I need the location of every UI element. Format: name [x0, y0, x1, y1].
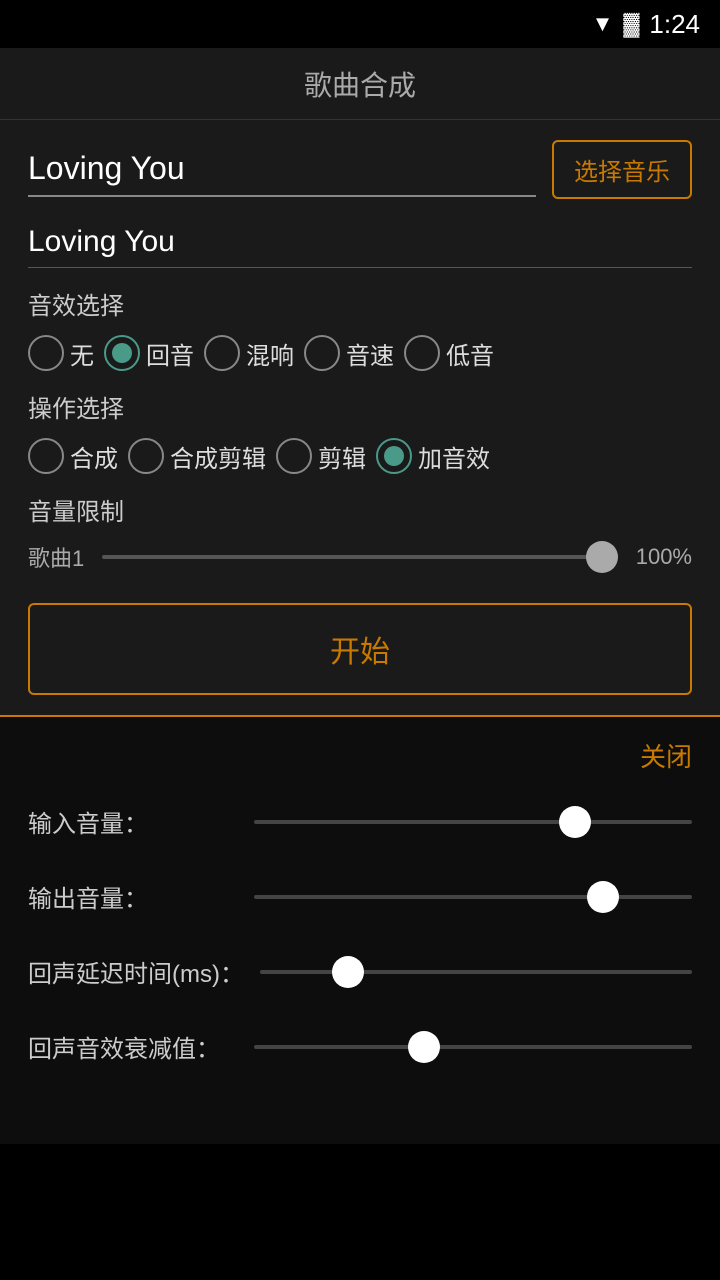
input-volume-row: 输入音量：: [28, 804, 692, 839]
track1-label: 歌曲1: [28, 541, 88, 573]
close-row: 关闭: [28, 737, 692, 774]
radio-circle-synthesize: [28, 438, 64, 474]
main-content: 选择音乐 Loving You 音效选择 无 回音 混响 音速 低音: [0, 120, 720, 715]
status-time: 1:24: [649, 9, 700, 40]
radio-circle-reverb: [204, 335, 240, 371]
radio-bass[interactable]: 低音: [404, 335, 494, 371]
echo-decay-slider[interactable]: [254, 1045, 692, 1049]
song-input-row: 选择音乐: [28, 140, 692, 199]
track1-slider-row: 歌曲1 100%: [28, 541, 692, 573]
song-name-display: Loving You: [28, 207, 692, 268]
echo-delay-slider[interactable]: [260, 970, 692, 974]
radio-speed[interactable]: 音速: [304, 335, 394, 371]
page-title: 歌曲合成: [304, 64, 416, 104]
effects-panel: 关闭 输入音量： 输出音量： 回声延迟时间(ms)： 回声音效衰减值：: [0, 715, 720, 1144]
song-input[interactable]: [28, 142, 536, 197]
radio-add-effect[interactable]: 加音效: [376, 438, 490, 474]
radio-reverb[interactable]: 混响: [204, 335, 294, 371]
radio-circle-echo: [104, 335, 140, 371]
radio-label-synth-clip: 合成剪辑: [170, 439, 266, 474]
input-volume-label: 输入音量：: [28, 804, 238, 839]
radio-label-speed: 音速: [346, 336, 394, 371]
wifi-icon: ▼: [592, 11, 614, 37]
input-volume-slider[interactable]: [254, 820, 692, 824]
radio-none[interactable]: 无: [28, 335, 94, 371]
radio-label-echo: 回音: [146, 336, 194, 371]
status-bar: ▼ ▓ 1:24: [0, 0, 720, 48]
radio-synthesize[interactable]: 合成: [28, 438, 118, 474]
radio-label-clip: 剪辑: [318, 439, 366, 474]
radio-circle-speed: [304, 335, 340, 371]
title-bar: 歌曲合成: [0, 48, 720, 120]
radio-circle-synth-clip: [128, 438, 164, 474]
radio-label-none: 无: [70, 336, 94, 371]
output-volume-label: 输出音量：: [28, 879, 238, 914]
volume-section: 音量限制 歌曲1 100%: [28, 492, 692, 573]
echo-decay-label: 回声音效衰减值：: [28, 1029, 238, 1064]
track1-value: 100%: [632, 544, 692, 570]
radio-echo[interactable]: 回音: [104, 335, 194, 371]
output-volume-slider[interactable]: [254, 895, 692, 899]
battery-icon: ▓: [623, 11, 639, 37]
sound-effects-label: 音效选择: [28, 286, 692, 321]
radio-circle-bass: [404, 335, 440, 371]
radio-label-synthesize: 合成: [70, 439, 118, 474]
status-icons: ▼ ▓ 1:24: [592, 9, 700, 40]
output-volume-row: 输出音量：: [28, 879, 692, 914]
operations-label: 操作选择: [28, 389, 692, 424]
echo-decay-row: 回声音效衰减值：: [28, 1029, 692, 1064]
echo-delay-label: 回声延迟时间(ms)：: [28, 954, 244, 989]
radio-synth-clip[interactable]: 合成剪辑: [128, 438, 266, 474]
sound-effects-group: 无 回音 混响 音速 低音: [28, 335, 692, 371]
select-music-button[interactable]: 选择音乐: [552, 140, 692, 199]
echo-delay-row: 回声延迟时间(ms)：: [28, 954, 692, 989]
radio-label-reverb: 混响: [246, 336, 294, 371]
start-button[interactable]: 开始: [28, 603, 692, 695]
close-button[interactable]: 关闭: [640, 737, 692, 774]
radio-label-add-effect: 加音效: [418, 439, 490, 474]
operations-group: 合成 合成剪辑 剪辑 加音效: [28, 438, 692, 474]
radio-circle-none: [28, 335, 64, 371]
volume-limit-label: 音量限制: [28, 492, 692, 527]
track1-volume-slider[interactable]: [102, 555, 618, 559]
radio-label-bass: 低音: [446, 336, 494, 371]
radio-circle-clip: [276, 438, 312, 474]
radio-clip[interactable]: 剪辑: [276, 438, 366, 474]
radio-circle-add-effect: [376, 438, 412, 474]
